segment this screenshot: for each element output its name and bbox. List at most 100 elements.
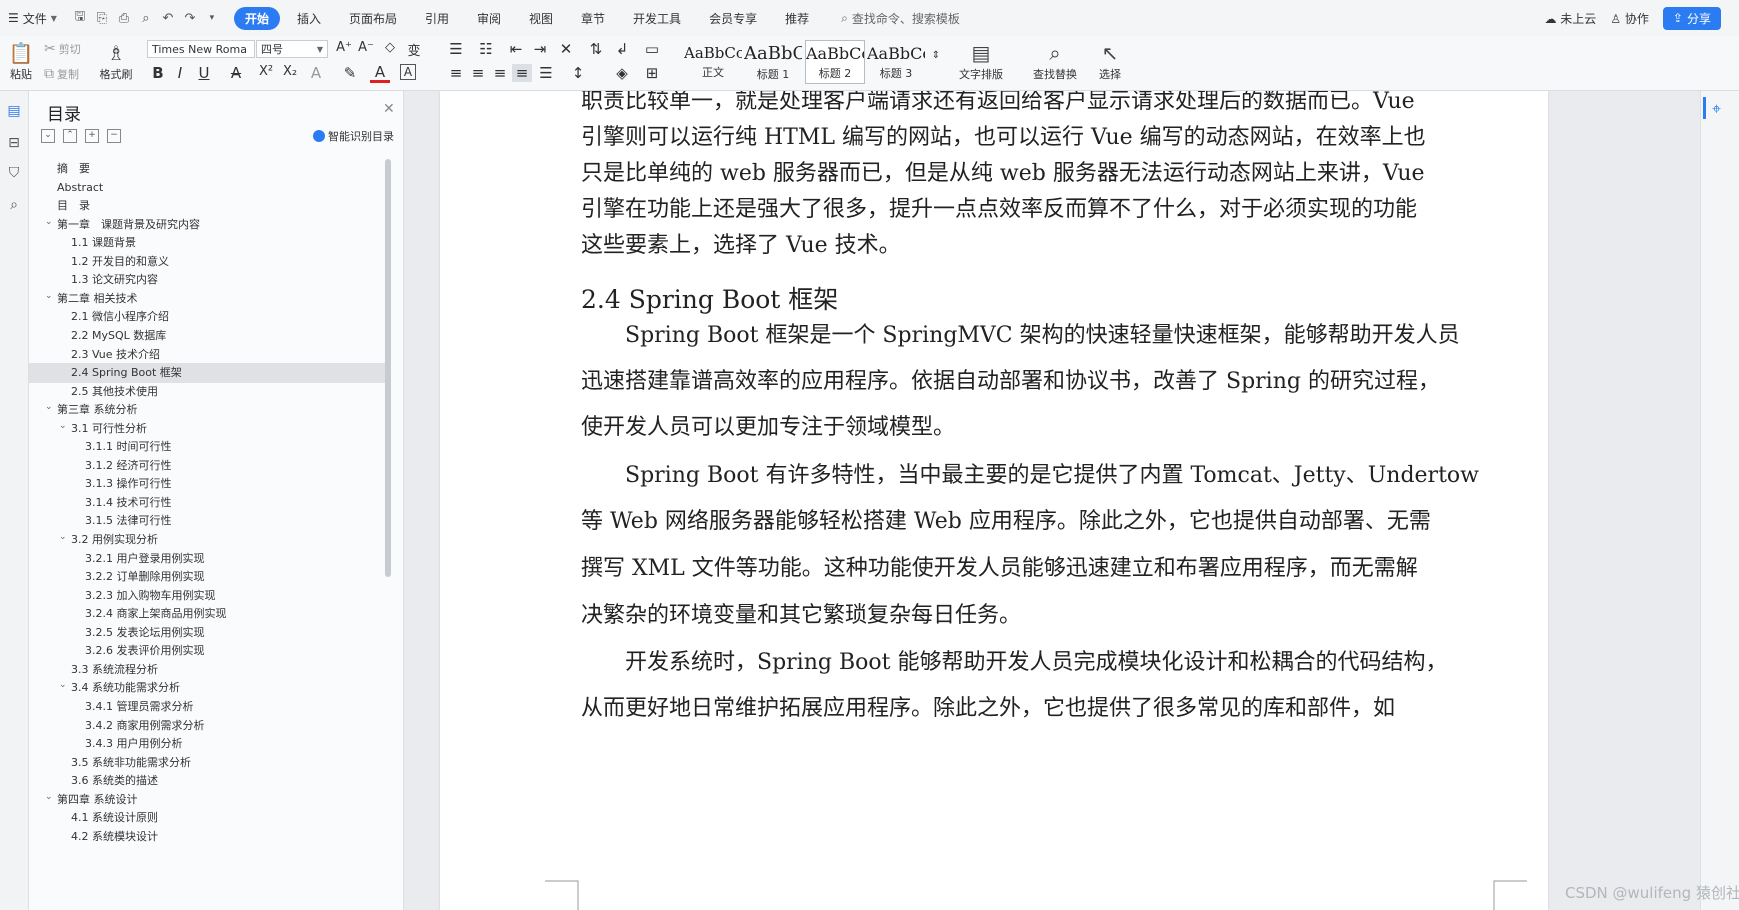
text-line[interactable]: 迅速搭建靠谱高效率的应用程序。依据自动部署和协议书，改善了 Spring 的研究… xyxy=(581,363,1493,395)
text-layout-button[interactable]: ▤ 文字排版 xyxy=(952,39,1010,85)
share-button[interactable]: ⇪ 分享 xyxy=(1662,6,1721,30)
borders-icon[interactable]: ⊞ xyxy=(642,64,662,82)
underline-icon[interactable]: U xyxy=(194,64,214,82)
toc-item[interactable]: 目 录 xyxy=(29,196,385,216)
bold-icon[interactable]: B xyxy=(148,64,168,82)
navigation-icon[interactable]: ⊟ xyxy=(4,133,24,153)
document-page[interactable]: 职责比较单一，就是处理客户端请求还有返回给客户显示请求处理后的数据而已。Vue 引… xyxy=(440,91,1548,910)
toc-item[interactable]: 3.1.4 技术可行性 xyxy=(29,493,385,513)
bookmark-icon[interactable]: ⛉ xyxy=(4,163,24,183)
superscript-icon[interactable]: X² xyxy=(256,64,276,79)
toc-item[interactable]: 4.1 系统设计原则 xyxy=(29,808,385,828)
export-icon[interactable]: ⎘ xyxy=(93,9,111,27)
chevron-down-icon[interactable]: ⌄ xyxy=(59,416,67,436)
toc-item[interactable]: 3.1.3 操作可行性 xyxy=(29,474,385,494)
toc-item[interactable]: 3.2.5 发表论坛用例实现 xyxy=(29,623,385,643)
toc-item[interactable]: ⌄ 第二章 相关技术 xyxy=(29,289,385,309)
align-left-icon[interactable]: ≡ xyxy=(446,64,466,82)
char-border-icon[interactable]: A xyxy=(400,64,416,80)
italic-icon[interactable]: I xyxy=(170,64,190,82)
toc-panel-icon[interactable]: ▤ xyxy=(4,101,24,121)
text-line[interactable]: 从而更好地日常维护拓展应用程序。除此之外，它也提供了很多常见的库和部件，如 xyxy=(581,690,1493,722)
format-painter-button[interactable]: ♗ 格式刷 xyxy=(96,39,136,85)
find-replace-button[interactable]: ⌕ 查找替换 xyxy=(1026,39,1084,85)
cloud-status[interactable]: ☁ 未上云 xyxy=(1544,10,1596,27)
customize-icon[interactable]: ▾ xyxy=(203,9,221,27)
toc-item[interactable]: 摘 要 xyxy=(29,159,385,179)
text-line[interactable]: 引擎则可以运行纯 HTML 编写的网站，也可以运行 Vue 编写的动态网站，在效… xyxy=(581,119,1493,151)
command-search[interactable]: ⌕ 查找命令、搜索模板 xyxy=(841,10,960,27)
add-heading-icon[interactable]: + xyxy=(85,129,99,143)
text-line[interactable]: 职责比较单一，就是处理客户端请求还有返回给客户显示请求处理后的数据而已。Vue xyxy=(581,91,1493,115)
align-center-icon[interactable]: ≡ xyxy=(468,64,488,82)
redo-icon[interactable]: ↷ xyxy=(181,9,199,27)
numbered-list-icon[interactable]: ☷ xyxy=(476,40,496,58)
chevron-down-icon[interactable]: ⌄ xyxy=(45,787,53,807)
section-heading[interactable]: 2.4 Spring Boot 框架 xyxy=(581,280,838,316)
styles-more-icon[interactable]: ⇕ xyxy=(926,50,946,61)
tab-6[interactable]: 章节 xyxy=(570,7,616,30)
bullet-list-icon[interactable]: ☰ xyxy=(446,40,466,58)
text-line[interactable]: 决繁杂的环境变量和其它繁琐复杂每日任务。 xyxy=(581,597,1493,629)
select-button[interactable]: ↖ 选择 xyxy=(1090,39,1130,85)
text-line[interactable]: 只是比单纯的 web 服务器而已，但是从纯 web 服务器无法运行动态网站上来讲… xyxy=(581,155,1493,187)
font-color-icon[interactable]: A xyxy=(370,64,390,83)
collab-button[interactable]: ♙ 协作 xyxy=(1610,10,1649,27)
toc-item[interactable]: Abstract xyxy=(29,178,385,198)
line-spacing-icon[interactable]: ↕ xyxy=(568,64,588,82)
text-line[interactable]: 开发系统时，Spring Boot 能够帮助开发人员完成模块化设计和松耦合的代码… xyxy=(581,644,1493,676)
style-heading-3[interactable]: AaBbCc 标题 3 xyxy=(866,40,926,84)
text-effect-icon[interactable]: A xyxy=(306,64,326,82)
print-preview-icon[interactable]: ⌕ xyxy=(137,9,155,27)
justify-icon[interactable]: ≡ xyxy=(512,64,532,82)
tab-3[interactable]: 引用 xyxy=(414,7,460,30)
chevron-down-icon[interactable]: ⌄ xyxy=(59,527,67,547)
font-size-select[interactable]: 四号 ▼ xyxy=(256,40,328,58)
close-icon[interactable]: ✕ xyxy=(383,101,395,117)
decrease-indent-icon[interactable]: ⇤ xyxy=(506,40,526,58)
text-line[interactable]: 这些要素上，选择了 Vue 技术。 xyxy=(581,227,1493,259)
text-line[interactable]: Spring Boot 有许多特性，当中最主要的是它提供了内置 Tomcat、J… xyxy=(581,457,1493,489)
toc-item[interactable]: 1.3 论文研究内容 xyxy=(29,270,385,290)
text-line[interactable]: 使开发人员可以更加专注于领域模型。 xyxy=(581,409,1493,441)
chinese-layout-icon[interactable]: ✕ xyxy=(556,40,576,58)
paste-button[interactable]: 📋 粘贴 xyxy=(4,39,38,85)
clear-format-icon[interactable]: ◇ xyxy=(380,40,400,55)
chevron-down-icon[interactable]: ⌄ xyxy=(45,212,53,232)
smart-toc-button[interactable]: 智能识别目录 xyxy=(313,128,394,144)
table-tools-icon[interactable]: ▭ xyxy=(642,40,662,58)
style-heading-1[interactable]: AaBbC 标题 1 xyxy=(743,40,803,84)
toc-item[interactable]: 3.1.1 时间可行性 xyxy=(29,437,385,457)
chevron-down-icon[interactable]: ⌄ xyxy=(45,286,53,306)
undo-icon[interactable]: ↶ xyxy=(159,9,177,27)
toc-item[interactable]: 3.1.2 经济可行性 xyxy=(29,456,385,476)
subscript-icon[interactable]: X₂ xyxy=(280,64,300,79)
toc-item[interactable]: 2.2 MySQL 数据库 xyxy=(29,326,385,346)
toc-item[interactable]: 2.5 其他技术使用 xyxy=(29,382,385,402)
sort-icon[interactable]: ⇅ xyxy=(586,40,606,58)
tab-5[interactable]: 视图 xyxy=(518,7,564,30)
toc-item[interactable]: 3.4.3 用户用例分析 xyxy=(29,734,385,754)
grow-font-icon[interactable]: A⁺ xyxy=(334,40,354,55)
distributed-icon[interactable]: ☰ xyxy=(536,64,556,82)
align-right-icon[interactable]: ≡ xyxy=(490,64,510,82)
toc-item[interactable]: 3.1.5 法律可行性 xyxy=(29,511,385,531)
toc-item[interactable]: 3.6 系统类的描述 xyxy=(29,771,385,791)
show-marks-icon[interactable]: ↲ xyxy=(612,40,632,58)
location-pin-icon[interactable]: ⌖ xyxy=(1712,99,1721,119)
tab-1[interactable]: 插入 xyxy=(286,7,332,30)
chevron-down-icon[interactable]: ⌄ xyxy=(59,675,67,695)
toc-item[interactable]: 3.5 系统非功能需求分析 xyxy=(29,753,385,773)
toc-item[interactable]: ⌄ 第一章 课题背景及研究内容 xyxy=(29,215,385,235)
toc-item[interactable]: 3.2.4 商家上架商品用例实现 xyxy=(29,604,385,624)
collapse-all-icon[interactable]: ⌄ xyxy=(41,129,55,143)
tab-4[interactable]: 审阅 xyxy=(466,7,512,30)
toc-item[interactable]: ⌄ 3.4 系统功能需求分析 xyxy=(29,678,385,698)
toc-item[interactable]: ⌄ 第四章 系统设计 xyxy=(29,790,385,810)
shrink-font-icon[interactable]: A⁻ xyxy=(356,40,376,55)
tab-8[interactable]: 会员专享 xyxy=(698,7,768,30)
toc-item[interactable]: ⌄ 3.2 用例实现分析 xyxy=(29,530,385,550)
style-normal[interactable]: AaBbCcI 正文 xyxy=(683,40,743,84)
phonetic-icon[interactable]: 变 xyxy=(404,40,424,59)
toc-item[interactable]: 3.3 系统流程分析 xyxy=(29,660,385,680)
